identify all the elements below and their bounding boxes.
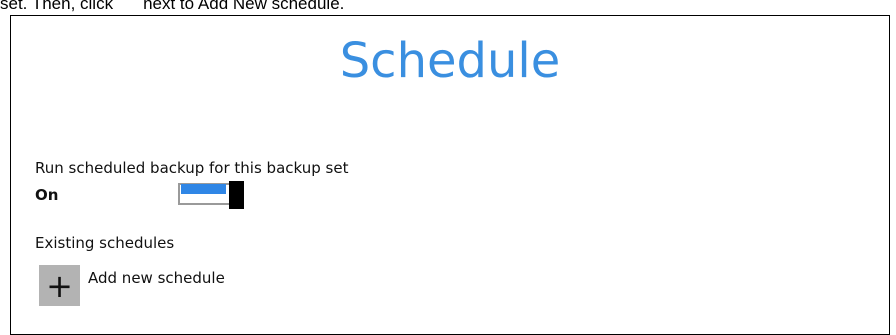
toggle-knob[interactable]: [229, 181, 244, 209]
add-schedule-button[interactable]: +: [39, 265, 80, 306]
schedule-panel: Schedule Run scheduled backup for this b…: [10, 15, 890, 335]
page-title: Schedule: [339, 33, 561, 89]
caption-prefix: set. Then, click: [0, 0, 114, 13]
instruction-caption: set. Then, click next to Add New schedule…: [0, 0, 344, 14]
add-new-schedule-label[interactable]: Add new schedule: [88, 269, 225, 287]
toggle-fill: [181, 184, 226, 194]
run-scheduled-backup-label: Run scheduled backup for this backup set: [35, 159, 349, 177]
caption-suffix: next to Add New schedule.: [143, 0, 345, 13]
existing-schedules-label: Existing schedules: [35, 234, 175, 252]
scheduled-backup-toggle[interactable]: [178, 180, 244, 210]
toggle-state-label: On: [35, 186, 59, 204]
plus-icon: +: [46, 266, 73, 305]
